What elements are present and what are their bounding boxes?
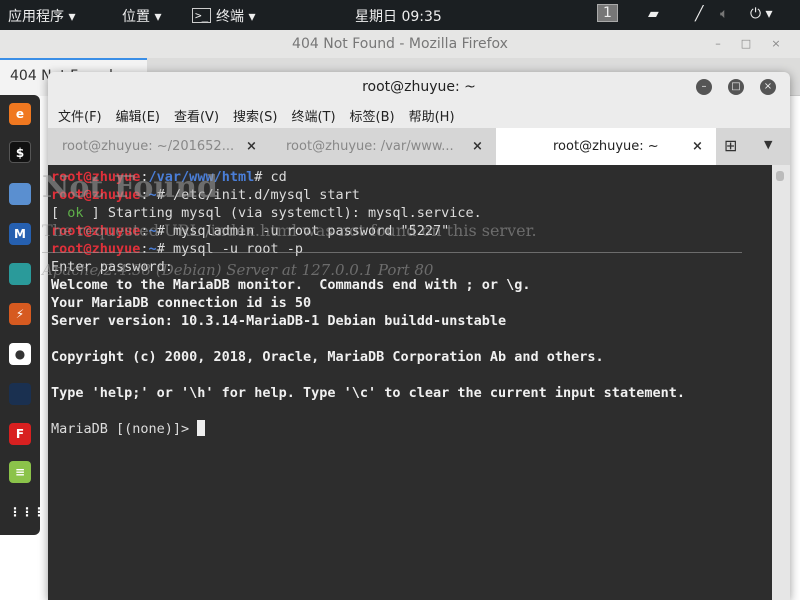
prompt-user: root@zhuyue (51, 223, 141, 239)
terminal-line: Copyright (c) 2000, 2018, Oracle, MariaD… (51, 349, 604, 365)
new-tab-icon[interactable]: ⊞ (724, 136, 737, 155)
terminal-titlebar: root@zhuyue: ~ – □ × (48, 72, 790, 102)
dock: e $ M ⚡ ● F ≡ ⋮⋮⋮ (0, 95, 45, 535)
scrollbar[interactable] (772, 165, 790, 600)
ok-status: ok (67, 205, 84, 221)
metasploit-icon[interactable]: M (9, 223, 31, 245)
cursor (197, 420, 206, 436)
files-icon[interactable] (9, 183, 31, 205)
mariadb-prompt[interactable]: MariaDB [(none)]> (51, 420, 769, 438)
command: # mysqladmin -u root password "5227" (156, 223, 450, 239)
top-panel: 应用程序 ▾ 位置 ▾ >_ 终端 ▾ 星期日 09:35 1 ▰ ╱ 🔈︎ ⏻… (0, 0, 800, 30)
terminal-line: Server version: 10.3.14-MariaDB-1 Debian… (51, 313, 507, 329)
prompt-user: root@zhuyue (51, 187, 141, 203)
applications-menu[interactable]: 应用程序 ▾ (8, 6, 75, 26)
terminal-line: root@zhuyue:~# /etc/init.d/mysql start (51, 186, 769, 204)
network-icon[interactable]: ╱ (695, 6, 703, 22)
terminal-line: Your MariaDB connection id is 50 (51, 295, 312, 311)
firefox-title: 404 Not Found - Mozilla Firefox (292, 36, 508, 52)
camera-icon[interactable]: ▰ (648, 6, 659, 22)
maximize-button[interactable]: □ (728, 79, 744, 95)
text: : (140, 241, 149, 257)
beef-icon[interactable] (9, 383, 31, 405)
terminal-menu[interactable]: 终端 ▾ (216, 6, 255, 26)
close-tab-icon[interactable]: × (692, 128, 703, 165)
terminal-output[interactable]: root@zhuyue:/var/www/html# cd root@zhuyue… (48, 165, 772, 600)
terminal-line: root@zhuyue:~# mysqladmin -u root passwo… (51, 222, 769, 240)
command: # cd (254, 169, 287, 185)
minimize-button[interactable]: – (710, 36, 726, 52)
terminal-icon: >_ (192, 8, 212, 23)
menu-help[interactable]: 帮助(H) (409, 110, 455, 125)
maltego-icon[interactable]: ● (9, 343, 31, 365)
terminal-title: root@zhuyue: ~ (362, 79, 476, 95)
firefox-titlebar: 404 Not Found - Mozilla Firefox – □ × (0, 30, 800, 58)
terminal-line: root@zhuyue:/var/www/html# cd (51, 168, 769, 186)
terminal-line: Type 'help;' or '\h' for help. Type '\c'… (51, 385, 685, 401)
terminal-line: root@zhuyue:~# mysql -u root -p (51, 240, 769, 258)
terminal-app-icon[interactable]: $ (9, 141, 31, 163)
power-icon[interactable]: ⏻ ▾ (750, 6, 773, 22)
terminal-tab[interactable]: root@zhuyue: ~/201652... × (48, 128, 272, 165)
menu-view[interactable]: 查看(V) (174, 110, 219, 125)
tabs-dropdown-icon[interactable]: ▼ (764, 138, 772, 151)
text: : (140, 223, 149, 239)
text: [ (51, 205, 68, 221)
clock[interactable]: 星期日 09:35 (355, 6, 442, 26)
menu-file[interactable]: 文件(F) (58, 110, 102, 125)
menu-search[interactable]: 搜索(S) (233, 110, 277, 125)
command: # /etc/init.d/mysql start (156, 187, 360, 203)
faraday-icon[interactable]: F (9, 423, 31, 445)
menu-terminal[interactable]: 终端(T) (291, 110, 335, 125)
terminal-window: root@zhuyue: ~ – □ × 文件(F) 编辑(E) 查看(V) 搜索(S… (48, 72, 790, 600)
terminal-line: Welcome to the MariaDB monitor. Commands… (51, 277, 531, 293)
prompt-path: ~ (148, 187, 157, 203)
terminal-tab[interactable]: root@zhuyue: /var/www... × (272, 128, 496, 165)
prompt-path: /var/www/html (148, 169, 255, 185)
show-apps-icon[interactable]: ⋮⋮⋮ (9, 501, 45, 523)
text: ] Starting mysql (via systemctl): mysql.… (83, 205, 482, 221)
workspace-indicator[interactable]: 1 (597, 4, 618, 22)
minimize-button[interactable]: – (696, 79, 712, 95)
menu-bar: 文件(F) 编辑(E) 查看(V) 搜索(S) 终端(T) 标签(B) 帮助(H) (48, 102, 790, 128)
menu-edit[interactable]: 编辑(E) (116, 110, 160, 125)
prompt-path: ~ (148, 241, 157, 257)
firefox-icon[interactable]: e (9, 103, 31, 125)
burpsuite-icon[interactable]: ⚡ (9, 303, 31, 325)
maximize-button[interactable]: □ (738, 36, 754, 52)
command: # mysql -u root -p (156, 241, 303, 257)
prompt-user: root@zhuyue (51, 169, 141, 185)
text-editor-icon[interactable]: ≡ (9, 461, 31, 483)
terminal-line: [ ok ] Starting mysql (via systemctl): m… (51, 204, 769, 222)
prompt-path: ~ (148, 223, 157, 239)
text: : (140, 169, 149, 185)
volume-icon[interactable]: 🔈︎ (720, 6, 728, 22)
places-menu[interactable]: 位置 ▾ (122, 6, 161, 26)
terminal-tab-active[interactable]: root@zhuyue: ~ × (496, 128, 716, 165)
terminal-tabbar: root@zhuyue: ~/201652... × root@zhuyue: /… (48, 128, 790, 165)
close-button[interactable]: × (768, 36, 784, 52)
armitage-icon[interactable] (9, 263, 31, 285)
menu-tabs[interactable]: 标签(B) (350, 110, 395, 125)
text: : (140, 187, 149, 203)
close-button[interactable]: × (760, 79, 776, 95)
close-tab-icon[interactable]: × (246, 128, 257, 165)
terminal-line: Enter password: (51, 259, 173, 275)
prompt-user: root@zhuyue (51, 241, 141, 257)
close-tab-icon[interactable]: × (472, 128, 483, 165)
